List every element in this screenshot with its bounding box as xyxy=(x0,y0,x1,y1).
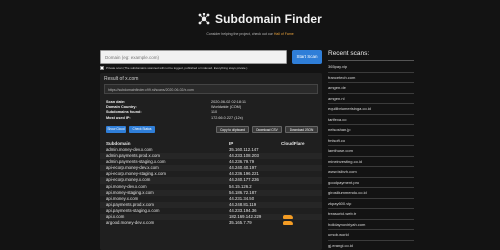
recent-scan-link[interactable]: nelsoshan.jp xyxy=(328,127,350,132)
scan-info-keys: Scan date: Domain Country: Subdomains fo… xyxy=(106,100,142,121)
header: Subdomain Finder Consider helping the pr… xyxy=(0,0,500,44)
recent-scans-divider xyxy=(328,60,414,61)
subtitle-text: Consider helping the project, check out … xyxy=(206,32,273,36)
private-scan-option[interactable]: Private scan (The subdomains scanned wil… xyxy=(100,66,247,70)
show-cloud-button[interactable]: Show Cloud xyxy=(106,126,126,133)
recent-scan-divider xyxy=(328,145,414,146)
recent-scan-link[interactable]: francetech.com xyxy=(328,75,355,80)
recent-scan-divider xyxy=(328,124,414,125)
recent-scan-divider xyxy=(328,82,414,83)
subtitle: Consider helping the project, check out … xyxy=(0,32,500,36)
recent-scan-divider xyxy=(328,113,414,114)
scan-info-values: 2020-06-02 02:18:11 Worldwide (COM) 110 … xyxy=(211,100,246,121)
column-header-ip: IP xyxy=(229,141,234,146)
download-json-button[interactable]: Download JSON xyxy=(285,126,318,133)
private-scan-label: Private scan (The subdomains scanned wil… xyxy=(106,66,248,70)
recent-scan-link[interactable]: treasuricl.web.tr xyxy=(328,211,356,216)
subdomains-found-key: Subdomains found: xyxy=(106,110,142,115)
start-scan-button[interactable]: Start Scan xyxy=(292,50,322,64)
brand[interactable]: Subdomain Finder xyxy=(198,12,322,26)
recent-scan-divider xyxy=(328,187,414,188)
recent-scan-divider xyxy=(328,71,414,72)
cloudflare-icon xyxy=(283,221,293,226)
recent-scan-divider xyxy=(328,208,414,209)
copy-to-clipboard-button[interactable]: Copy to clipboard xyxy=(216,126,249,133)
recent-scan-divider xyxy=(328,134,414,135)
recent-scan-link[interactable]: fmlsoft.co xyxy=(328,138,345,143)
recent-scan-divider xyxy=(328,166,414,167)
column-header-cloudflare: CloudFlare xyxy=(281,141,305,146)
recent-scan-link[interactable]: holidaynoviriyah.com xyxy=(328,222,365,227)
recent-scan-divider xyxy=(328,197,414,198)
recent-scan-link[interactable]: gj.erangi.co.id xyxy=(328,243,353,248)
recent-scan-divider xyxy=(328,176,414,177)
cloudflare-icon xyxy=(283,215,293,220)
hall-of-fame-link[interactable]: Hall of Fame xyxy=(274,32,294,36)
column-header-subdomain: Subdomain xyxy=(106,141,131,146)
recent-scan-link[interactable]: goodpayment.pro xyxy=(328,180,359,185)
recent-scan-link[interactable]: zkpay600.vip xyxy=(328,201,351,206)
scan-url-field[interactable]: https://subdomainfinder.c99.nl/scans/202… xyxy=(104,84,318,94)
recent-scan-link[interactable]: mineinvesting.co.id xyxy=(328,159,362,164)
recent-scan-link[interactable]: equilibriumerisinga.co.id xyxy=(328,106,371,111)
recent-scan-link[interactable]: amgen.nl xyxy=(328,96,344,101)
recent-scan-link[interactable]: umob.world xyxy=(328,232,349,237)
recent-scan-divider xyxy=(328,103,414,104)
result-title: Result of x.com xyxy=(104,76,139,82)
download-csv-button[interactable]: Download CSV xyxy=(252,126,282,133)
ip-link[interactable]: 35.165.7.79 xyxy=(229,220,252,226)
most-used-ip-key: Most used IP: xyxy=(106,115,131,120)
recent-scan-divider xyxy=(328,92,414,93)
private-scan-checkbox[interactable] xyxy=(100,66,104,70)
recent-scan-link[interactable]: lamthuse.com xyxy=(328,148,353,153)
subdomain-link[interactable]: argood.money-dev.x.com xyxy=(106,220,154,226)
recent-scan-link[interactable]: www.tsibvh.com xyxy=(328,169,357,174)
page-title: Subdomain Finder xyxy=(215,12,322,26)
recent-scan-divider xyxy=(328,229,414,230)
subdomain-table: admin.money-dev.x.com 35.160.112.147 admin… xyxy=(100,147,322,226)
recent-scan-divider xyxy=(328,239,414,240)
most-used-ip-value: 172.66.0.227 (12x) xyxy=(211,115,243,120)
recent-scan-link[interactable]: girosiliummendu.co.id xyxy=(328,190,367,195)
table-row: argood.money-dev.x.com 35.165.7.79 xyxy=(100,220,322,226)
recent-scan-divider xyxy=(328,155,414,156)
recent-scan-divider xyxy=(328,218,414,219)
recent-scan-link[interactable]: amgen.de xyxy=(328,85,346,90)
network-logo-icon xyxy=(198,13,210,25)
check-status-button[interactable]: Check Status xyxy=(129,126,155,133)
domain-search-input[interactable] xyxy=(100,50,287,64)
recent-scans-title: Recent scans: xyxy=(328,50,370,57)
recent-scan-link[interactable]: tarifexa.co xyxy=(328,117,346,122)
recent-scan-link[interactable]: 365pay.vip xyxy=(328,64,347,69)
